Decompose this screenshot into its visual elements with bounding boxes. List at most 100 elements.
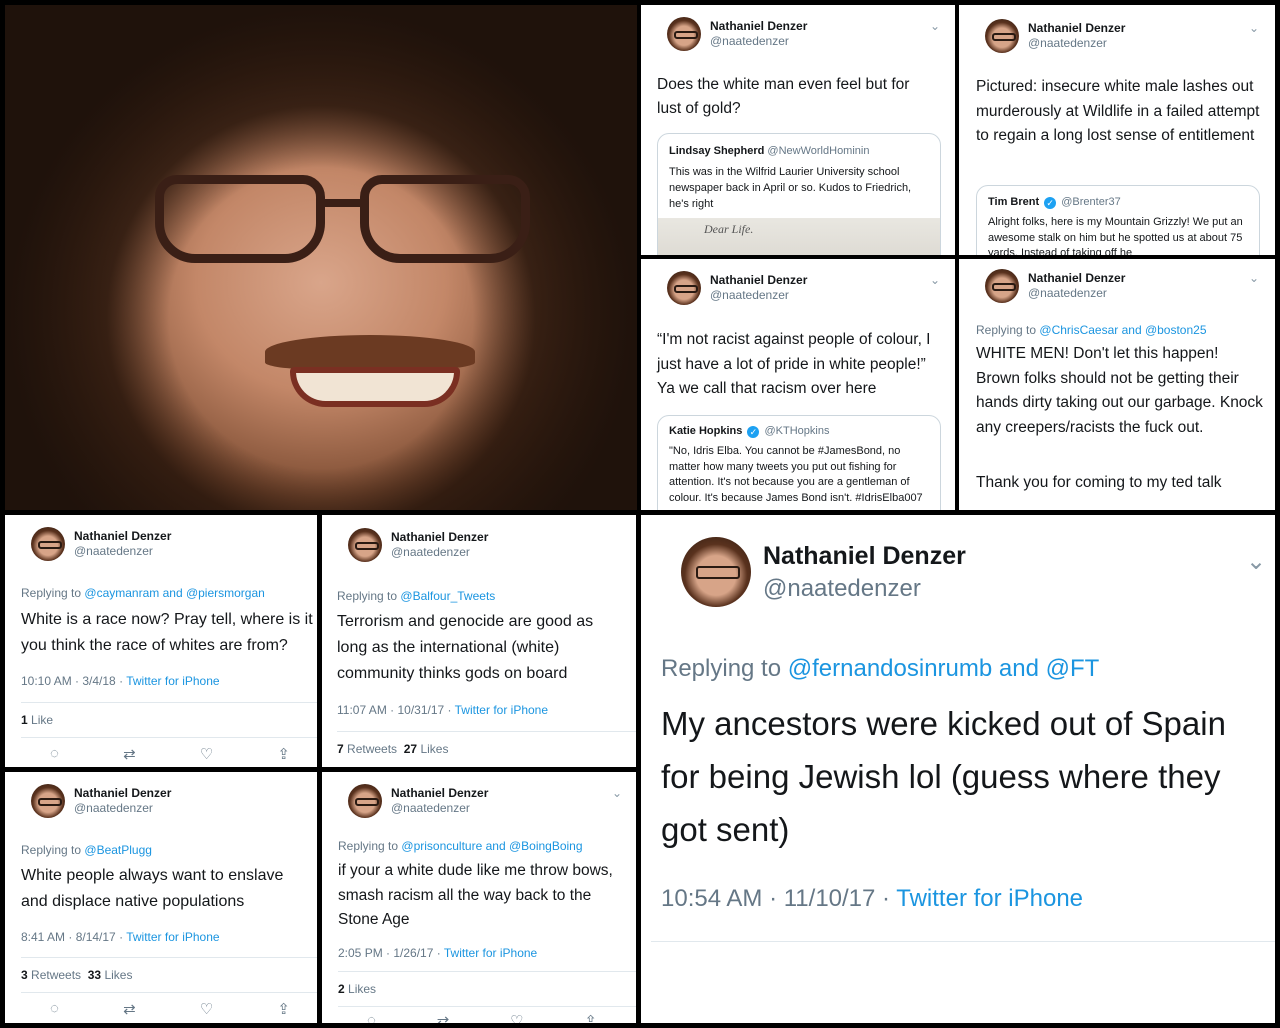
chevron-down-icon[interactable]: ⌄ [612,786,622,800]
tweet-text: WHITE MEN! Don't let this happen! Brown … [976,345,1263,436]
tweet-text-second-paragraph: Thank you for coming to my ted talk [976,474,1222,491]
heart-icon[interactable]: ♡ [510,1012,523,1023]
likes-label[interactable]: Likes [420,742,448,756]
author-name[interactable]: Nathaniel Denzer [391,530,488,545]
tweet-source[interactable]: Twitter for iPhone [455,703,548,717]
replying-to-handles[interactable]: @prisonculture and @BoingBoing [401,839,582,853]
replying-to-handles[interactable]: @ChrisCaesar and @boston25 [1039,323,1206,337]
retweets-count[interactable]: 3 [21,968,28,982]
action-bar: ◌ ⇄ ♡ ⇪ [50,745,290,763]
replying-to-handles[interactable]: @BeatPlugg [84,843,152,857]
author-handle[interactable]: @naatedenzer [1028,36,1125,51]
avatar[interactable] [985,269,1019,303]
chevron-down-icon[interactable]: ⌄ [930,19,940,33]
retweets-count[interactable]: 7 [337,742,344,756]
replying-to-handles[interactable]: @Balfour_Tweets [400,589,495,603]
retweet-icon[interactable]: ⇄ [123,1000,136,1018]
avatar[interactable] [31,527,65,561]
tweet-timestamp[interactable]: 10:54 AM · 11/10/17 · [661,885,890,912]
tweet-source[interactable]: Twitter for iPhone [126,674,219,688]
share-icon[interactable]: ⇪ [277,1000,290,1018]
tweet-header: Nathaniel Denzer @naatedenzer [681,537,966,607]
avatar[interactable] [31,784,65,818]
replying-to-handles[interactable]: @caymanram and @piersmorgan [84,586,264,600]
tweet-timestamp[interactable]: 2:05 PM · 1/26/17 · [338,946,441,960]
reply-icon[interactable]: ◌ [50,745,59,763]
tweet-card-5: Nathaniel Denzer @naatedenzer Replying t… [5,515,317,767]
chevron-down-icon[interactable]: ⌄ [930,273,940,287]
replying-to: Replying to @BeatPlugg [21,843,152,857]
author-handle[interactable]: @naatedenzer [74,801,171,816]
quoted-name: Tim Brent [988,196,1040,208]
tweet-timestamp[interactable]: 10:10 AM · 3/4/18 · [21,674,123,688]
reply-icon[interactable]: ◌ [50,1000,59,1018]
divider [21,702,317,703]
action-bar: ◌ ⇄ ♡ ⇪ [50,1000,290,1018]
likes-label[interactable]: Likes [348,982,376,996]
divider [21,992,317,993]
avatar[interactable] [667,271,701,305]
tweet-source[interactable]: Twitter for iPhone [444,946,537,960]
glasses [155,175,545,265]
avatar[interactable] [348,784,382,818]
avatar[interactable] [348,528,382,562]
author-handle[interactable]: @naatedenzer [391,801,488,816]
quoted-text: This was in the Wilfrid Laurier Universi… [669,166,912,210]
replying-to-handles[interactable]: @fernandosinrumb and @FT [788,655,1100,682]
tweet-text: “I'm not racist against people of colour… [657,331,931,397]
avatar[interactable] [985,19,1019,53]
likes-label[interactable]: Likes [104,968,132,982]
tweet-card-3: Nathaniel Denzer @naatedenzer ⌄ “I'm not… [641,259,955,510]
author-handle[interactable]: @naatedenzer [391,545,488,560]
share-icon[interactable]: ⇪ [277,745,290,763]
tweet-source[interactable]: Twitter for iPhone [896,885,1083,912]
retweets-label[interactable]: Retweets [347,742,397,756]
author-name[interactable]: Nathaniel Denzer [74,786,171,801]
heart-icon[interactable]: ♡ [200,1000,213,1018]
chevron-down-icon[interactable]: ⌄ [1249,21,1259,35]
chevron-down-icon[interactable]: ⌄ [1246,547,1266,576]
quoted-tweet[interactable]: Lindsay Shepherd @NewWorldHominin This w… [657,133,941,255]
likes-count[interactable]: 27 [404,742,417,756]
likes-label[interactable]: Like [31,713,53,727]
retweets-label[interactable]: Retweets [31,968,81,982]
likes-count[interactable]: 1 [21,713,28,727]
tweet-meta: 2:05 PM · 1/26/17 · Twitter for iPhone [338,946,537,960]
likes-count[interactable]: 2 [338,982,345,996]
retweet-icon[interactable]: ⇄ [123,745,136,763]
tweet-card-8: Nathaniel Denzer @naatedenzer Replying t… [5,772,317,1023]
tweet-source[interactable]: Twitter for iPhone [126,930,219,944]
tweet-header: Nathaniel Denzer @naatedenzer [348,528,488,562]
author-name[interactable]: Nathaniel Denzer [391,786,488,801]
likes-count[interactable]: 33 [88,968,101,982]
tweet-stats: 3 Retweets 33 Likes [21,968,132,982]
author-handle[interactable]: @naatedenzer [74,544,171,559]
tweet-text: White is a race now? Pray tell, where is… [21,611,313,654]
tweet-timestamp[interactable]: 11:07 AM · 10/31/17 · [337,703,452,717]
author-handle[interactable]: @naatedenzer [763,573,966,604]
quoted-tweet[interactable]: Katie Hopkins ✓ @KTHopkins "No, Idris El… [657,415,941,510]
author-name[interactable]: Nathaniel Denzer [710,19,807,34]
reply-icon[interactable]: ◌ [367,1012,376,1023]
retweet-icon[interactable]: ⇄ [437,1012,450,1023]
chevron-down-icon[interactable]: ⌄ [1249,271,1259,285]
heart-icon[interactable]: ♡ [200,745,213,763]
share-icon[interactable]: ⇪ [584,1012,597,1023]
quoted-image[interactable]: Dear Life. [658,218,940,255]
author-handle[interactable]: @naatedenzer [1028,286,1125,301]
author-name[interactable]: Nathaniel Denzer [710,273,807,288]
replying-to-label: Replying to [337,589,398,603]
quoted-tweet[interactable]: Tim Brent ✓ @Brenter37 Alright folks, he… [976,185,1260,255]
avatar[interactable] [667,17,701,51]
author-name[interactable]: Nathaniel Denzer [1028,271,1125,286]
author-handle[interactable]: @naatedenzer [710,288,807,303]
replying-to-label: Replying to [21,586,82,600]
avatar[interactable] [681,537,751,607]
author-name[interactable]: Nathaniel Denzer [1028,21,1125,36]
tweet-text: Pictured: insecure white male lashes out… [976,78,1260,144]
left-lens [155,175,325,263]
tweet-timestamp[interactable]: 8:41 AM · 8/14/17 · [21,930,123,944]
author-name[interactable]: Nathaniel Denzer [74,529,171,544]
author-name[interactable]: Nathaniel Denzer [763,540,966,573]
author-handle[interactable]: @naatedenzer [710,34,807,49]
